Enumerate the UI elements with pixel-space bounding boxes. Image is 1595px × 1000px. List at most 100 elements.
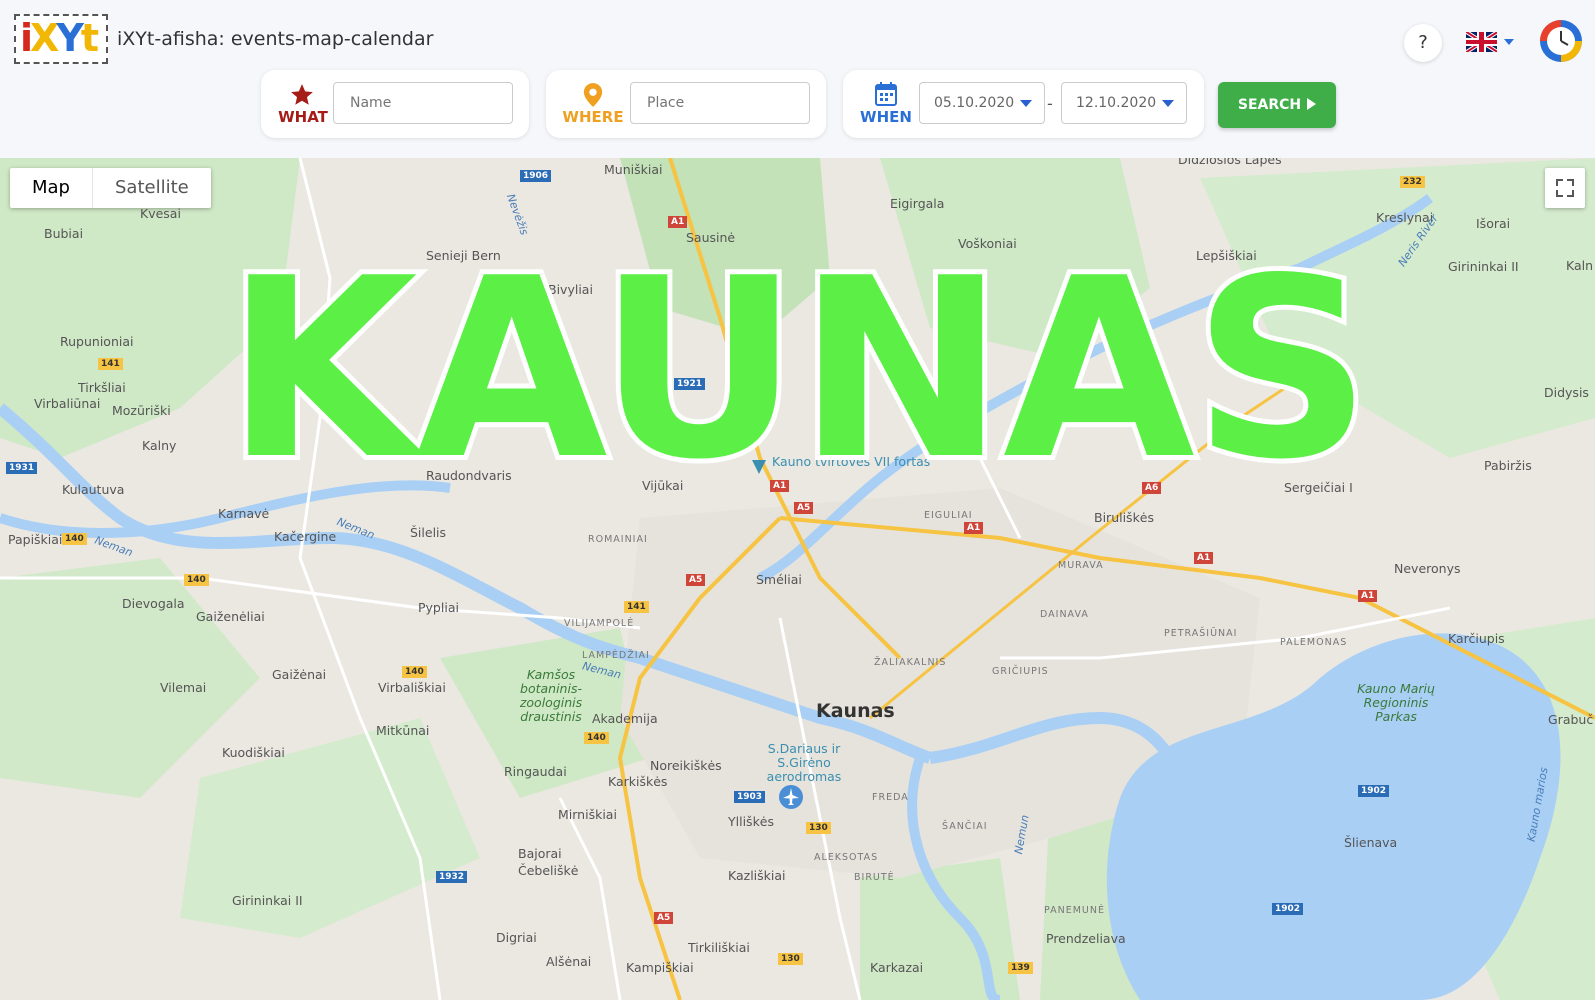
district-label: PALEMONAS bbox=[1280, 637, 1348, 648]
place-label: Tirkiliškiai bbox=[688, 940, 750, 955]
place-label: Virbališkiai bbox=[378, 680, 446, 695]
place-label: Eigirgala bbox=[890, 196, 945, 211]
place-label: Grabuč bbox=[1548, 712, 1594, 727]
road-shield: 130 bbox=[778, 953, 803, 965]
help-button[interactable]: ? bbox=[1404, 24, 1442, 62]
play-icon bbox=[1307, 98, 1317, 110]
chevron-down-icon bbox=[1162, 100, 1174, 107]
date-from-value: 05.10.2020 bbox=[934, 95, 1015, 111]
place-label: Kvesai bbox=[140, 206, 181, 221]
map-type-satellite-button[interactable]: Satellite bbox=[92, 168, 211, 208]
road-shield: 141 bbox=[624, 601, 649, 613]
road-shield: 139 bbox=[1008, 962, 1033, 974]
road-shield: 140 bbox=[62, 533, 87, 545]
district-label: PETRAŠIŪNAI bbox=[1164, 628, 1238, 639]
place-label: Digriai bbox=[496, 930, 537, 945]
district-label: ŠANČIAI bbox=[942, 821, 988, 832]
place-label: Akademija bbox=[592, 711, 658, 726]
map-type-map-button[interactable]: Map bbox=[10, 168, 92, 208]
search-button[interactable]: SEARCH bbox=[1218, 82, 1336, 128]
place-label: Gaiženėliai bbox=[196, 609, 265, 624]
fullscreen-icon bbox=[1556, 179, 1574, 197]
district-label: GRIČIUPIS bbox=[992, 666, 1049, 677]
when-label: WHEN bbox=[860, 108, 912, 126]
place-label: Girininkai II bbox=[232, 893, 303, 908]
road-shield: A1 bbox=[1358, 590, 1378, 602]
road-shield: 1902 bbox=[1272, 903, 1304, 915]
road-shield: A1 bbox=[1194, 552, 1214, 564]
place-label: Ylliškės bbox=[728, 814, 775, 829]
road-shield: 1906 bbox=[520, 170, 552, 182]
language-selector[interactable] bbox=[1466, 32, 1518, 52]
map-pin-icon bbox=[583, 83, 603, 107]
site-title: iXYt-afisha: events-map-calendar bbox=[117, 28, 434, 50]
place-label: Papiškiai bbox=[8, 532, 63, 547]
name-field[interactable] bbox=[333, 82, 513, 124]
where-label: WHERE bbox=[562, 108, 624, 126]
date-range-dash: - bbox=[1047, 94, 1053, 113]
fullscreen-button[interactable] bbox=[1545, 168, 1585, 208]
place-field[interactable] bbox=[630, 82, 810, 124]
road-shield: 130 bbox=[806, 822, 831, 834]
chevron-down-icon bbox=[1020, 100, 1032, 107]
place-label: Pypliai bbox=[418, 600, 459, 615]
where-filter: WHERE bbox=[546, 70, 826, 138]
place-label: Ringaudai bbox=[504, 764, 567, 779]
district-label: LAMPĖDŽIAI bbox=[582, 650, 650, 661]
road-shield: 1932 bbox=[436, 871, 468, 883]
place-label: Mitkūnai bbox=[376, 723, 430, 738]
place-label: Karčiupis bbox=[1448, 631, 1505, 646]
what-filter: WHAT bbox=[261, 70, 529, 138]
city-overlay-title: KAUNAS bbox=[221, 226, 1377, 514]
district-label: MURAVA bbox=[1058, 560, 1104, 571]
place-label: Bajorai bbox=[518, 846, 562, 861]
place-label: Karkazai bbox=[870, 960, 924, 975]
district-label: ŽALIAKALNIS bbox=[874, 657, 947, 668]
district-label: FREDA bbox=[872, 792, 909, 803]
ixyt-logo[interactable]: iXYt bbox=[14, 14, 108, 64]
road-shield: 1902 bbox=[1358, 785, 1390, 797]
road-shield: 1903 bbox=[734, 791, 766, 803]
district-label: ALEKSOTAS bbox=[814, 852, 879, 863]
place-label: Didžiosios Lapės bbox=[1178, 158, 1282, 167]
top-header: iXYt iXYt-afisha: events-map-calendar ? … bbox=[0, 0, 1595, 158]
place-label: Kačergine bbox=[274, 529, 337, 544]
city-label-kaunas: Kaunas bbox=[816, 700, 895, 722]
place-label: Neveronys bbox=[1394, 561, 1461, 576]
airport-icon[interactable] bbox=[778, 784, 804, 810]
road-shield: A5 bbox=[686, 574, 706, 586]
road-shield: 140 bbox=[184, 574, 209, 586]
name-input[interactable] bbox=[348, 94, 502, 112]
district-label: DAINAVA bbox=[1040, 609, 1089, 620]
place-label: Čebeliškė bbox=[518, 863, 579, 878]
road-shield: 232 bbox=[1400, 176, 1425, 188]
place-label: Kazliškiai bbox=[728, 868, 786, 883]
place-label: Šlienava bbox=[1344, 835, 1398, 850]
what-label: WHAT bbox=[278, 108, 328, 126]
place-label: Karkiškės bbox=[608, 774, 668, 789]
road-shield: A5 bbox=[654, 912, 674, 924]
airport-label: S.Dariaus ir S.Girėno aerodromas bbox=[766, 741, 842, 784]
map-type-control: Map Satellite bbox=[10, 168, 211, 208]
place-label: Vilemai bbox=[160, 680, 207, 695]
place-input[interactable] bbox=[645, 94, 799, 112]
place-label: Gaižėnai bbox=[272, 667, 327, 682]
place-label: Kuodiškiai bbox=[222, 745, 285, 760]
star-icon bbox=[291, 84, 313, 105]
place-label: Bubiai bbox=[44, 226, 84, 241]
district-label: PANEMUNĖ bbox=[1044, 905, 1105, 916]
date-to-select[interactable]: 12.10.2020 bbox=[1061, 82, 1187, 124]
place-label: Išorai bbox=[1476, 216, 1511, 231]
when-filter: WHEN 05.10.2020 12.10.2020 bbox=[843, 70, 1204, 138]
globe-clock-icon[interactable] bbox=[1538, 18, 1584, 64]
road-shield: 140 bbox=[584, 732, 609, 744]
road-shield: 140 bbox=[402, 666, 427, 678]
place-label: Noreikiškės bbox=[650, 758, 722, 773]
date-from-select[interactable]: 05.10.2020 bbox=[919, 82, 1045, 124]
place-label: Šilelis bbox=[410, 525, 447, 540]
calendar-icon bbox=[875, 82, 897, 106]
park-label: Kamšos botaninis-zoologinis draustinis bbox=[519, 667, 583, 724]
park-label: Kauno Marių Regioninis Parkas bbox=[1357, 681, 1435, 724]
place-label: Dievogala bbox=[122, 596, 185, 611]
place-label: Kulautuva bbox=[62, 482, 125, 497]
